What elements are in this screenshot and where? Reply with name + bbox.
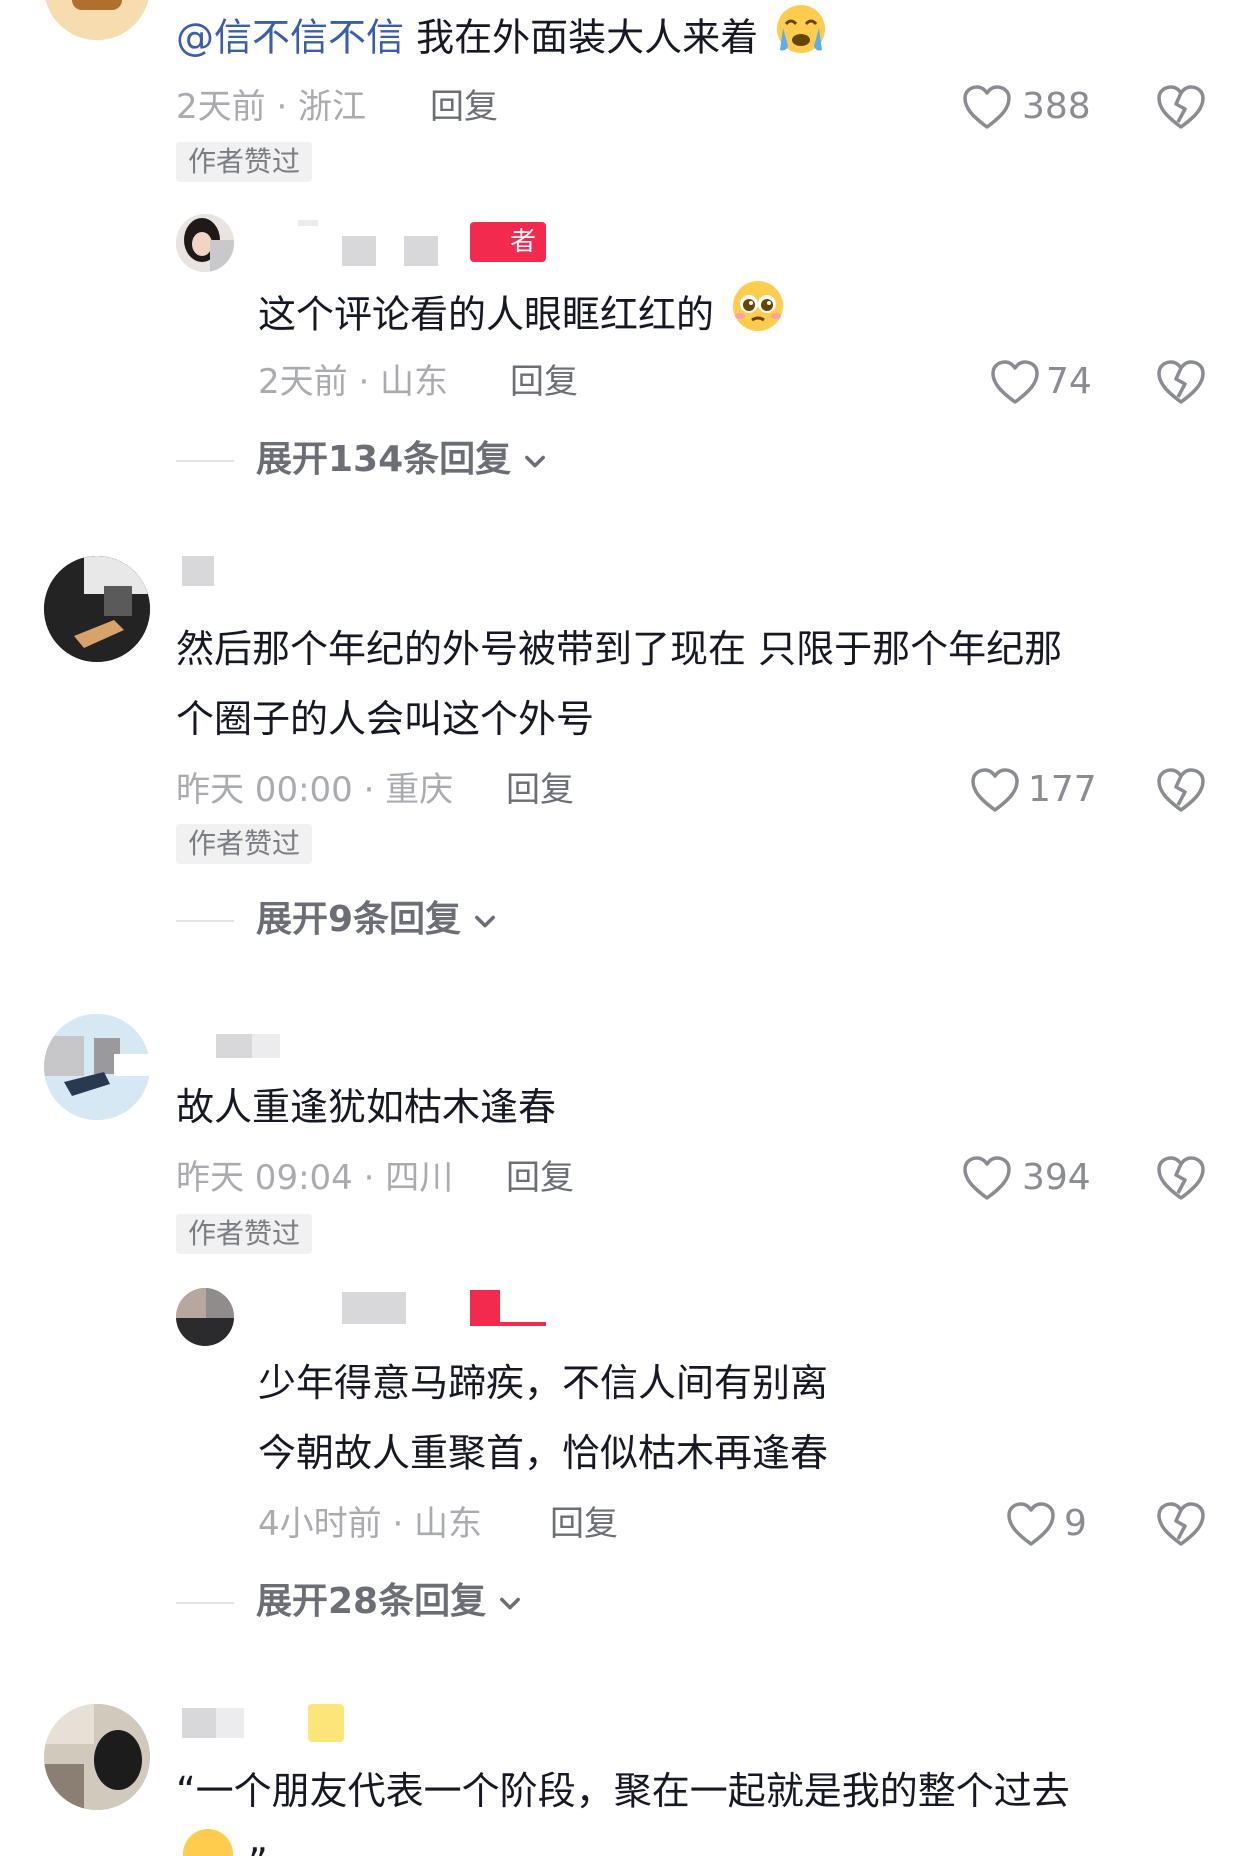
username-mask	[182, 556, 214, 586]
divider	[176, 1602, 234, 1604]
author-liked-badge: 作者赞过	[176, 824, 313, 864]
comment-text: 故人重逢犹如枯木逢春	[176, 1085, 557, 1129]
mention-link[interactable]: @信不信不信	[176, 16, 404, 60]
comment-meta: 2天前 · 浙江	[176, 87, 367, 127]
like-count: 74	[1046, 361, 1092, 402]
like-count: 9	[1064, 1503, 1087, 1544]
expand-label: 展开28条回复	[256, 1581, 487, 1622]
reply-text: 这个评论看的人眼眶红红的	[258, 278, 786, 356]
reply-text: 少年得意马蹄疾，不信人间有别离	[258, 1361, 829, 1405]
like-icon[interactable]	[962, 1155, 1012, 1201]
username-mask	[252, 1034, 280, 1058]
reply-button[interactable]: 回复	[550, 1504, 618, 1544]
comment-text: “一个朋友代表一个阶段，聚在一起就是我的整个过去	[176, 1769, 1070, 1813]
smiling-face-icon	[180, 1826, 236, 1856]
chevron-down-icon	[496, 1589, 524, 1617]
username-mask	[342, 236, 376, 266]
like-icon[interactable]	[970, 767, 1020, 813]
avatar[interactable]	[44, 0, 150, 40]
like-count: 394	[1022, 1157, 1091, 1198]
comment-meta: 昨天 00:00 · 重庆	[176, 770, 454, 810]
badge-mask	[308, 1704, 344, 1742]
reply-avatar[interactable]	[176, 1288, 234, 1346]
expand-replies-button[interactable]: 展开9条回复	[256, 898, 499, 942]
like-icon[interactable]	[990, 359, 1040, 405]
username-mask	[298, 220, 318, 226]
chevron-down-icon	[521, 447, 549, 475]
reply-button[interactable]: 回复	[506, 1158, 574, 1198]
dislike-icon[interactable]	[1156, 1501, 1206, 1547]
username-mask	[404, 236, 438, 266]
crying-face-icon	[774, 2, 828, 78]
author-tag	[470, 1290, 500, 1322]
comment-body: 我在外面装大人来着	[416, 15, 759, 60]
expand-label: 展开9条回复	[256, 899, 462, 940]
avatar[interactable]	[44, 556, 150, 662]
author-tag	[470, 1322, 546, 1326]
dislike-icon[interactable]	[1156, 767, 1206, 813]
reply-meta: 4小时前 · 山东	[258, 1504, 483, 1544]
reply-text: 今朝故人重聚首，恰似枯木再逢春	[258, 1431, 829, 1475]
comment-text: @信不信不信 我在外面装大人来着	[176, 2, 828, 78]
avatar[interactable]	[44, 1014, 150, 1120]
reply-button[interactable]: 回复	[506, 770, 574, 810]
pleading-face-icon	[730, 278, 786, 356]
comment-meta: 昨天 09:04 · 四川	[176, 1158, 454, 1198]
author-tag: 者	[470, 222, 546, 262]
like-count: 177	[1028, 769, 1097, 810]
reply-button[interactable]: 回复	[510, 362, 578, 402]
reply-body: 这个评论看的人眼眶红红的	[258, 292, 715, 337]
comment-text: 个圈子的人会叫这个外号	[176, 697, 595, 741]
like-icon[interactable]	[1006, 1501, 1056, 1547]
comment-text: ”	[176, 1826, 268, 1856]
dislike-icon[interactable]	[1156, 84, 1206, 130]
dislike-icon[interactable]	[1156, 1155, 1206, 1201]
avatar[interactable]	[44, 1704, 150, 1810]
expand-replies-button[interactable]: 展开28条回复	[256, 1580, 524, 1624]
author-liked-badge: 作者赞过	[176, 142, 313, 182]
dislike-icon[interactable]	[1156, 359, 1206, 405]
author-liked-badge: 作者赞过	[176, 1214, 313, 1254]
expand-label: 展开134条回复	[256, 439, 512, 480]
divider	[176, 920, 234, 922]
reply-meta: 2天前 · 山东	[258, 362, 449, 402]
username-mask	[216, 1708, 244, 1738]
comment-text: 然后那个年纪的外号被带到了现在 只限于那个年纪那	[176, 627, 1063, 671]
username-mask	[182, 1708, 216, 1738]
like-count: 388	[1022, 86, 1091, 127]
reply-avatar[interactable]	[176, 214, 234, 272]
comment-body: ”	[248, 1841, 268, 1856]
divider	[176, 460, 234, 462]
expand-replies-button[interactable]: 展开134条回复	[256, 438, 549, 482]
reply-button[interactable]: 回复	[430, 87, 498, 127]
chevron-down-icon	[471, 907, 499, 935]
like-icon[interactable]	[962, 84, 1012, 130]
username-mask	[216, 1034, 252, 1058]
username-mask	[342, 1292, 406, 1324]
